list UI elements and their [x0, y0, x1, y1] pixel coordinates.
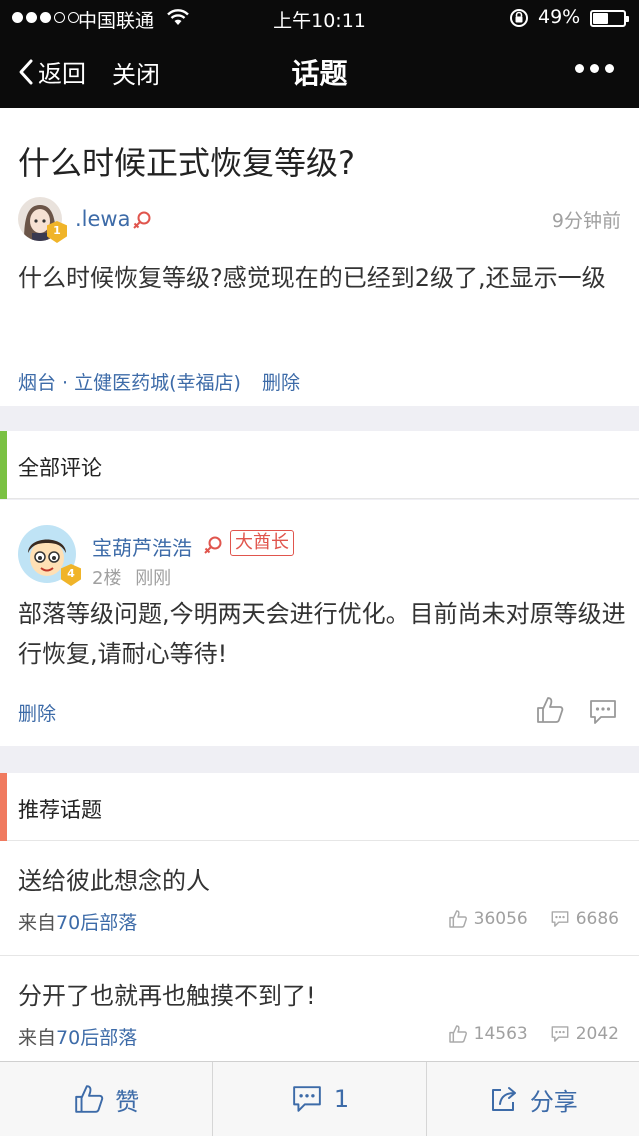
comment-bubble-icon: [590, 700, 616, 724]
share-icon: [491, 1087, 516, 1111]
comment-bubble-icon: [551, 1026, 569, 1042]
comment-floor: 2楼: [92, 568, 122, 589]
topic-time: 9分钟前: [551, 210, 621, 232]
comments-section-header: 全部评论: [0, 431, 639, 499]
author-name[interactable]: .lewa: [75, 207, 130, 231]
recommended-topic-item[interactable]: 分开了也就再也触摸不到了! 来自70后部落 14563 2042: [0, 956, 639, 1071]
female-gender-icon: [202, 534, 224, 560]
comment-meta: 2楼 刚刚: [92, 564, 171, 590]
status-bar: 中国联通 上午10:11 49%: [0, 0, 639, 36]
battery-icon: [590, 10, 629, 27]
share-label: 分享: [529, 1087, 578, 1116]
comment-count: 2042: [575, 1024, 619, 1044]
thumbs-up-icon: [448, 910, 467, 928]
like-comment-button[interactable]: [535, 695, 565, 729]
comment-item: 4 宝葫芦浩浩 大酋长 2楼 刚刚 部落等级问题,今明两天会进行优化。目前尚未对…: [0, 500, 639, 746]
commenter-name[interactable]: 宝葫芦浩浩: [92, 532, 192, 561]
recommended-topic-title: 送给彼此想念的人: [18, 867, 210, 895]
comment-bubble-icon: [293, 1086, 321, 1112]
tribe-link[interactable]: 70后部落: [56, 912, 137, 934]
navigation-bar: 返回 关闭 话题: [0, 36, 639, 108]
page-title: 话题: [291, 57, 348, 90]
topic-body: 什么时候恢复等级?感觉现在的已经到2级了,还显示一级: [18, 264, 606, 292]
top-bar: 中国联通 上午10:11 49% 返回 关闭 话题: [0, 0, 639, 108]
recommended-topic-source: 来自70后部落: [18, 912, 138, 934]
thumbs-up-icon: [537, 697, 564, 723]
share-button[interactable]: 分享: [427, 1062, 639, 1136]
battery-percent: 49%: [538, 6, 581, 28]
tribe-link[interactable]: 70后部落: [56, 1027, 137, 1049]
section-accent-bar: [0, 773, 7, 841]
bottom-action-bar: 赞 1 分享: [0, 1061, 639, 1136]
topic-location[interactable]: 烟台 · 立健医药城(幸福店): [18, 368, 241, 395]
recommended-topic-stats: 36056 6686: [448, 909, 619, 929]
like-label: 赞: [115, 1087, 140, 1116]
like-count: 14563: [473, 1024, 528, 1044]
comment-body: 部落等级问题,今明两天会进行优化。目前尚未对原等级进行恢复,请耐心等待!: [18, 600, 626, 668]
commenter-avatar[interactable]: 4: [18, 525, 81, 586]
author-avatar[interactable]: 1: [18, 197, 67, 243]
comment-count: 6686: [575, 909, 619, 929]
recommended-topic-title: 分开了也就再也触摸不到了!: [18, 982, 316, 1010]
recommend-section-header: 推荐话题: [0, 773, 639, 841]
comment-count-label: 1: [333, 1085, 350, 1113]
reply-comment-button[interactable]: [588, 698, 618, 730]
recommended-topic-item[interactable]: 送给彼此想念的人 来自70后部落 36056 6686: [0, 841, 639, 956]
female-gender-icon: [131, 209, 153, 235]
section-accent-bar: [0, 431, 7, 499]
delete-comment-link[interactable]: 删除: [18, 699, 56, 726]
recommended-topic-source: 来自70后部落: [18, 1027, 138, 1049]
recommend-header-label: 推荐话题: [18, 798, 102, 822]
rotation-lock-icon: [508, 7, 530, 34]
commenter-title-badge: 大酋长: [230, 530, 294, 556]
comment-button[interactable]: 1: [213, 1062, 427, 1136]
like-button[interactable]: 赞: [0, 1062, 214, 1136]
comments-header-label: 全部评论: [18, 456, 102, 480]
topic-title: 什么时候正式恢复等级?: [18, 144, 355, 182]
thumbs-up-icon: [75, 1085, 104, 1113]
thumbs-up-icon: [448, 1025, 467, 1043]
comment-time: 刚刚: [135, 568, 172, 589]
topic-card: 什么时候正式恢复等级? 1 .lewa 9分钟前 什么时候恢复等级?感觉现在的已…: [0, 108, 639, 406]
delete-topic-link[interactable]: 删除: [262, 368, 300, 395]
comment-bubble-icon: [551, 911, 569, 927]
recommended-topic-stats: 14563 2042: [448, 1024, 619, 1044]
like-count: 36056: [473, 909, 528, 929]
more-options-button[interactable]: [575, 64, 614, 73]
